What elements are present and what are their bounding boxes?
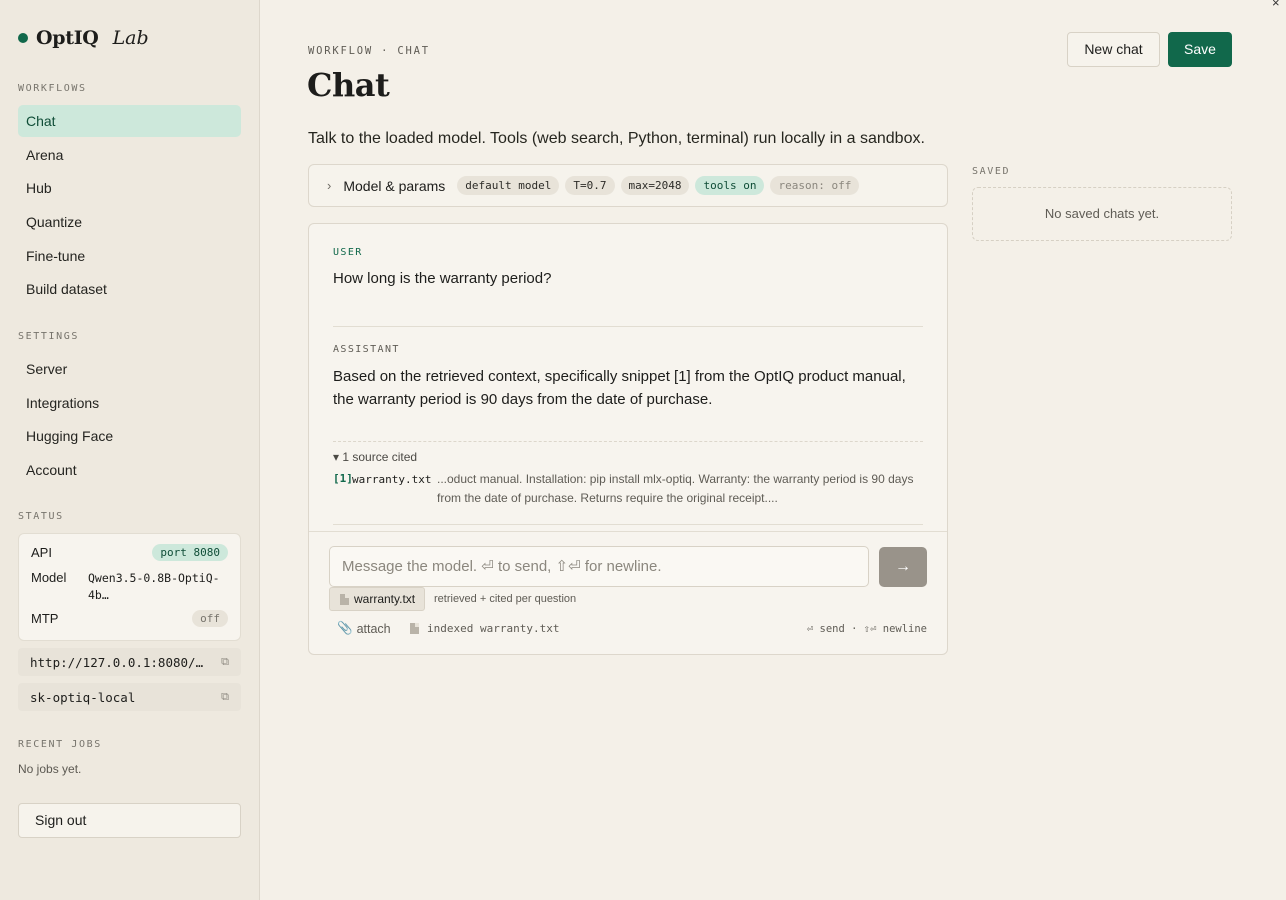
brand[interactable]: OptIQ Lab	[18, 27, 149, 49]
endpoint-url: http://127.0.0.1:8080/…	[30, 654, 204, 670]
copy-icon[interactable]: ⧉	[221, 655, 229, 669]
sidebar-item-build-dataset[interactable]: Build dataset	[18, 273, 241, 305]
model-chip: default model	[457, 176, 560, 195]
recent-jobs-empty: No jobs yet.	[18, 762, 82, 776]
user-message: How long is the warranty period?	[333, 270, 552, 287]
attachment-name: warranty.txt	[354, 592, 416, 606]
composer-divider	[309, 531, 947, 532]
paperclip-icon: 📎	[337, 621, 353, 635]
source-number: [1]	[333, 472, 353, 485]
chevron-right-icon[interactable]: ›	[327, 178, 331, 193]
api-label: API	[31, 545, 52, 560]
sidebar-item-account[interactable]: Account	[18, 454, 241, 486]
shortcut-hint: ⏎ send · ⇧⏎ newline	[806, 623, 927, 635]
settings-nav: Server Integrations Hugging Face Account	[18, 353, 241, 488]
save-button[interactable]: Save	[1168, 32, 1232, 67]
sidebar-item-hugging-face[interactable]: Hugging Face	[18, 420, 241, 452]
saved-chats-empty: No saved chats yet.	[972, 187, 1232, 241]
settings-heading: SETTINGS	[18, 331, 79, 342]
source-file[interactable]: warranty.txt	[352, 473, 431, 486]
sidebar-item-hub[interactable]: Hub	[18, 172, 241, 204]
assistant-message: Based on the retrieved context, specific…	[333, 368, 906, 408]
sources-toggle-label: 1 source cited	[342, 450, 418, 464]
chat-panel: USER How long is the warranty period? AS…	[308, 223, 948, 655]
sidebar-item-server[interactable]: Server	[18, 353, 241, 385]
source-snippet: ...oduct manual. Installation: pip insta…	[437, 472, 914, 505]
brand-name: OptIQ	[36, 27, 99, 49]
attach-button[interactable]: 📎 attach	[337, 621, 391, 636]
attachment-chip[interactable]: warranty.txt	[329, 587, 426, 611]
sidebar-item-arena[interactable]: Arena	[18, 139, 241, 171]
temperature-chip: T=0.7	[565, 176, 615, 195]
file-icon	[410, 623, 419, 634]
model-label: Model	[31, 570, 67, 585]
file-icon	[340, 593, 349, 605]
model-params-label: Model & params	[343, 177, 446, 194]
attachment-note: retrieved + cited per question	[434, 593, 577, 605]
status-model-row: Model Qwen3.5-0.8B-OptiQ-4b…	[31, 570, 228, 604]
user-role-label: USER	[333, 247, 363, 258]
sidebar: OptIQ Lab WORKFLOWS Chat Arena Hub Quant…	[0, 0, 260, 900]
assistant-role-label: ASSISTANT	[333, 344, 400, 355]
sign-out-button[interactable]: Sign out	[18, 803, 241, 838]
status-mtp-row: MTP off	[31, 610, 228, 627]
status-card: API port 8080 Model Qwen3.5-0.8B-OptiQ-4…	[18, 533, 241, 641]
arrow-right-icon: →	[895, 558, 911, 575]
reason-chip: reason: off	[770, 176, 860, 195]
tools-chip: tools on	[695, 176, 765, 195]
workflows-nav: Chat Arena Hub Quantize Fine-tune Build …	[18, 105, 241, 307]
page-description: Talk to the loaded model. Tools (web sea…	[308, 130, 925, 147]
sidebar-item-integrations[interactable]: Integrations	[18, 387, 241, 419]
indexed-file-label: indexed warranty.txt	[427, 622, 560, 635]
copy-icon[interactable]: ⧉	[221, 690, 229, 704]
sources-end-divider	[333, 524, 923, 525]
mtp-label: MTP	[31, 611, 59, 626]
indexed-file-status: indexed warranty.txt	[410, 622, 559, 635]
breadcrumb: WORKFLOW · CHAT	[308, 45, 430, 57]
status-api-row: API port 8080	[31, 544, 228, 561]
sources-toggle[interactable]: ▾ 1 source cited	[333, 450, 417, 464]
max-tokens-chip: max=2048	[620, 176, 690, 195]
api-port-badge: port 8080	[152, 544, 228, 561]
api-key-box[interactable]: sk-optiq-local ⧉	[18, 683, 241, 711]
model-params-bar[interactable]: › Model & params default model T=0.7 max…	[308, 164, 948, 207]
sidebar-item-chat[interactable]: Chat	[18, 105, 241, 137]
new-chat-button[interactable]: New chat	[1067, 32, 1160, 67]
endpoint-url-box[interactable]: http://127.0.0.1:8080/… ⧉	[18, 648, 241, 676]
recent-jobs-heading: RECENT JOBS	[18, 739, 102, 750]
attach-label: attach	[356, 621, 391, 636]
model-value: Qwen3.5-0.8B-OptiQ-4b…	[88, 571, 220, 602]
sources-divider	[333, 441, 923, 442]
mtp-badge: off	[192, 610, 228, 627]
api-key: sk-optiq-local	[30, 689, 136, 705]
status-heading: STATUS	[18, 511, 64, 522]
brand-suffix: Lab	[112, 27, 149, 49]
close-icon[interactable]: ×	[1272, 0, 1280, 10]
workflows-heading: WORKFLOWS	[18, 83, 87, 94]
triangle-down-icon: ▾	[333, 450, 340, 464]
sidebar-item-quantize[interactable]: Quantize	[18, 206, 241, 238]
page-title: Chat	[307, 66, 390, 104]
saved-heading: SAVED	[972, 166, 1011, 177]
brand-dot-icon	[18, 33, 28, 43]
message-input[interactable]	[329, 546, 869, 587]
send-button[interactable]: →	[879, 547, 927, 587]
message-divider	[333, 326, 923, 327]
sidebar-item-fine-tune[interactable]: Fine-tune	[18, 240, 241, 272]
